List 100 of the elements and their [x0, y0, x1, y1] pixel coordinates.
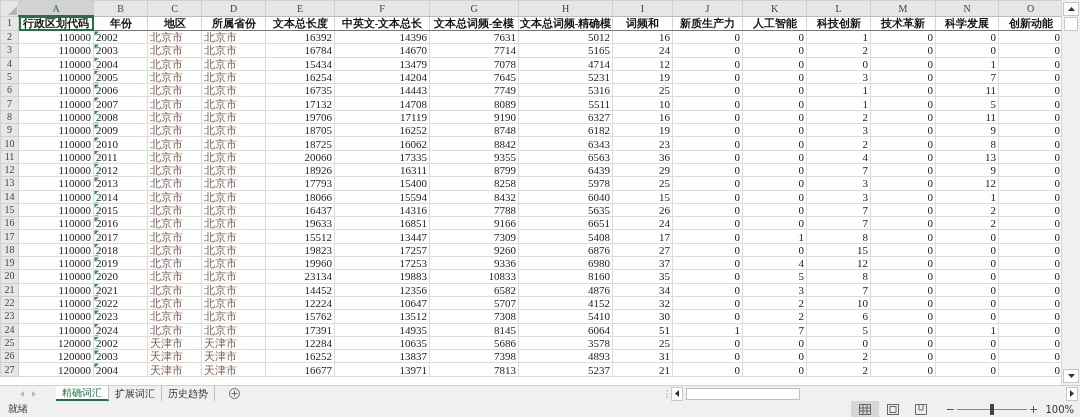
table-cell: 3 — [806, 70, 871, 84]
table-cell: 7631 — [429, 30, 519, 44]
column-header[interactable]: H — [518, 0, 613, 16]
table-cell: 0 — [870, 150, 936, 164]
table-cell: 0 — [935, 229, 999, 244]
column-header[interactable]: I — [612, 0, 673, 16]
column-header[interactable]: A — [18, 0, 94, 16]
table-cell: 0 — [935, 243, 999, 257]
table-cell: 16851 — [334, 216, 430, 230]
add-sheet-button[interactable] — [229, 386, 240, 401]
column-header[interactable]: O — [998, 0, 1061, 16]
table-cell: 0 — [742, 97, 807, 111]
table-header-cell: 所属省份 — [201, 16, 266, 31]
table-cell: 13837 — [334, 349, 430, 363]
table-cell: 0 — [742, 163, 807, 177]
table-cell: 1 — [935, 190, 999, 204]
table-cell: 16252 — [334, 123, 430, 137]
view-button[interactable] — [851, 401, 880, 417]
table-cell: 0 — [935, 30, 999, 44]
table-cell: 北京市 — [201, 296, 266, 310]
table-cell: 19883 — [334, 269, 430, 284]
scroll-thumb[interactable] — [1064, 17, 1078, 31]
table-cell: 天津市 — [147, 349, 202, 363]
right-arrow-icon — [1070, 390, 1074, 397]
table-cell: 0 — [870, 216, 936, 230]
column-header[interactable]: K — [742, 0, 807, 16]
table-cell: 北京市 — [201, 70, 266, 84]
table-cell: 9260 — [429, 243, 519, 257]
column-header[interactable]: J — [672, 0, 743, 16]
table-cell: 5978 — [518, 176, 613, 191]
table-cell: 14670 — [334, 43, 430, 58]
table-header-cell: 人工智能 — [742, 16, 807, 31]
table-cell: 2020 — [93, 269, 148, 284]
table-cell: 北京市 — [147, 57, 202, 71]
column-header[interactable]: N — [935, 0, 999, 16]
triangle-icon — [8, 5, 17, 15]
table-cell: 0 — [672, 229, 743, 244]
scroll-thumb[interactable] — [686, 387, 800, 400]
table-cell: 19 — [612, 70, 673, 84]
table-cell: 1 — [806, 97, 871, 111]
table-cell: 7749 — [429, 83, 519, 97]
table-cell: 10 — [806, 296, 871, 310]
sheet-tab[interactable]: 精确词汇 — [56, 386, 109, 401]
table-cell: 0 — [742, 362, 807, 377]
table-cell: 北京市 — [201, 309, 266, 324]
table-cell: 7398 — [429, 349, 519, 363]
table-cell: 北京市 — [201, 30, 266, 44]
table-cell: 6327 — [518, 110, 613, 124]
table-cell: 北京市 — [147, 216, 202, 230]
scroll-left-button[interactable] — [671, 386, 683, 401]
table-cell: 北京市 — [147, 83, 202, 97]
scroll-right-button[interactable] — [1066, 386, 1078, 401]
table-cell: 8432 — [429, 190, 519, 204]
table-cell: 北京市 — [147, 296, 202, 310]
table-cell: 3 — [742, 283, 807, 297]
table-cell: 北京市 — [201, 190, 266, 204]
table-cell: 北京市 — [201, 243, 266, 257]
table-cell: 0 — [935, 309, 999, 324]
column-header[interactable]: F — [334, 0, 430, 16]
up-arrow-icon — [1067, 7, 1075, 11]
scroll-down-button[interactable] — [1063, 369, 1079, 383]
table-cell: 天津市 — [201, 349, 266, 363]
table-header-cell: 文本总词频-精确模 — [518, 16, 613, 31]
table-cell: 1 — [806, 30, 871, 44]
scroll-up-button[interactable] — [1063, 2, 1079, 16]
column-header[interactable]: D — [201, 0, 266, 16]
table-cell: 0 — [742, 136, 807, 151]
table-cell: 北京市 — [201, 216, 266, 230]
table-cell: 34 — [612, 283, 673, 297]
table-cell: 7788 — [429, 203, 519, 217]
zoom-slider-thumb[interactable] — [990, 403, 995, 415]
table-cell: 0 — [870, 296, 936, 310]
table-cell: 北京市 — [147, 123, 202, 137]
table-cell: 2 — [806, 362, 871, 377]
table-cell: 120000 — [18, 336, 94, 350]
table-cell: 1 — [742, 229, 807, 244]
zoom-in-icon[interactable] — [1030, 405, 1038, 413]
table-cell: 北京市 — [201, 323, 266, 337]
table-cell: 北京市 — [147, 110, 202, 124]
column-header[interactable]: C — [147, 0, 202, 16]
table-cell: 6040 — [518, 190, 613, 204]
column-header[interactable]: M — [870, 0, 936, 16]
column-header[interactable]: E — [265, 0, 335, 16]
table-cell: 12 — [935, 176, 999, 191]
column-header[interactable]: B — [93, 0, 148, 16]
table-cell: 35 — [612, 269, 673, 284]
table-cell: 0 — [672, 57, 743, 71]
table-cell: 110000 — [18, 150, 94, 164]
table-cell: 110000 — [18, 216, 94, 230]
column-header[interactable]: L — [806, 0, 871, 16]
down-arrow-icon — [1067, 374, 1075, 378]
table-cell: 1 — [935, 323, 999, 337]
column-header[interactable]: G — [429, 0, 519, 16]
table-cell: 0 — [672, 190, 743, 204]
table-cell: 12284 — [265, 336, 335, 350]
table-cell: 16254 — [265, 70, 335, 84]
table-cell: 0 — [935, 269, 999, 284]
table-cell: 北京市 — [147, 283, 202, 297]
table-cell: 8842 — [429, 136, 519, 151]
table-cell: 0 — [870, 269, 936, 284]
